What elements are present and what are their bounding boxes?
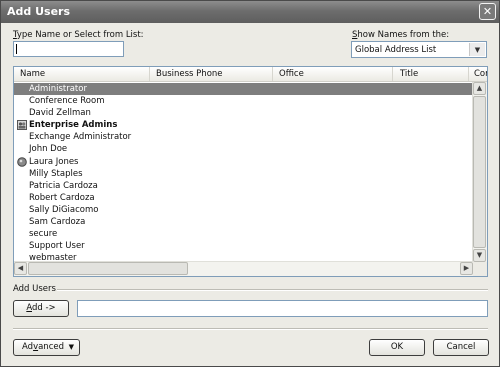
column-header-title[interactable]: Title (393, 67, 469, 81)
close-button[interactable]: ✕ (479, 3, 496, 20)
scroll-left-button[interactable]: ◀ (14, 262, 27, 275)
address-list-select[interactable]: Global Address List ▼ (351, 41, 487, 58)
list-item[interactable]: Enterprise Admins (14, 119, 473, 131)
list-item[interactable]: Milly Staples (14, 168, 473, 180)
list-item[interactable]: John Doe (14, 143, 473, 155)
search-label: Type Name or Select from List: (13, 30, 144, 40)
list-item-name: Support User (29, 241, 85, 252)
list-item[interactable]: Sam Cardoza (14, 216, 473, 228)
scroll-corner (473, 262, 487, 276)
list-item[interactable]: Exchange Administrator (14, 131, 473, 143)
vertical-scroll-thumb[interactable] (473, 96, 486, 248)
list-item-name: Laura Jones (29, 156, 79, 167)
advanced-button[interactable]: Advanced ▼ (13, 339, 80, 356)
list-item-name: John Doe (29, 144, 68, 155)
list-item-name: Administrator (29, 84, 87, 94)
address-book-list[interactable]: Name Business Phone Office Title Com Adm… (13, 66, 488, 277)
list-rows: Administrator Conference Room David Zellma… (14, 83, 473, 264)
add-button[interactable]: Add -> (13, 300, 69, 317)
list-item[interactable]: Patricia Cardoza (14, 180, 473, 192)
close-icon: ✕ (482, 5, 493, 18)
scroll-up-button[interactable]: ▲ (473, 82, 486, 95)
list-item-name: secure (29, 229, 58, 240)
column-header-name[interactable]: Name (14, 67, 150, 81)
list-item[interactable]: Laura Jones (14, 156, 473, 168)
column-header-business-phone[interactable]: Business Phone (150, 67, 273, 81)
scroll-down-button[interactable]: ▼ (473, 249, 486, 262)
column-header-office[interactable]: Office (273, 67, 393, 81)
dialog-title: Add Users (7, 5, 71, 18)
chevron-down-icon[interactable]: ▼ (469, 43, 485, 56)
title-bar: Add Users ✕ (1, 1, 499, 23)
list-item[interactable]: Conference Room (14, 95, 473, 107)
arrow-up-icon: ▲ (476, 84, 483, 92)
list-item-name: Robert Cardoza (29, 192, 95, 203)
list-item[interactable]: David Zellman (14, 107, 473, 119)
list-item-name: Milly Staples (29, 168, 83, 179)
list-item[interactable]: Sally DiGiacomo (14, 204, 473, 216)
arrow-right-icon: ▶ (463, 264, 470, 272)
add-users-field[interactable] (77, 300, 488, 317)
search-input[interactable] (13, 41, 124, 57)
list-item-name: Conference Room (29, 96, 105, 107)
scroll-right-button[interactable]: ▶ (460, 262, 473, 275)
list-header: Name Business Phone Office Title Com (14, 67, 487, 82)
bottom-divider (13, 328, 488, 330)
vertical-scrollbar[interactable]: ▲ ▼ (472, 82, 487, 262)
arrow-left-icon: ◀ (17, 264, 24, 272)
horizontal-scroll-thumb[interactable] (28, 262, 188, 275)
group-icon (17, 120, 27, 131)
list-item[interactable]: secure (14, 228, 473, 240)
list-item-name: Exchange Administrator (29, 132, 132, 143)
list-item-name: David Zellman (29, 108, 91, 119)
list-item-name: Sally DiGiacomo (29, 204, 99, 215)
list-item[interactable]: Administrator (14, 83, 473, 96)
text-caret (16, 44, 17, 54)
show-names-label: Show Names from the: (352, 30, 450, 40)
list-item-name: Patricia Cardoza (29, 180, 98, 191)
list-item[interactable]: Support User (14, 240, 473, 252)
list-item-name: Sam Cardoza (29, 217, 86, 228)
horizontal-scrollbar[interactable]: ◀ ▶ (14, 261, 473, 276)
list-item[interactable]: Robert Cardoza (14, 192, 473, 204)
arrow-down-icon: ▼ (476, 251, 483, 259)
ok-button[interactable]: OK (369, 339, 425, 356)
column-header-company[interactable]: Com (469, 67, 487, 81)
address-list-value: Global Address List (355, 45, 437, 55)
add-users-label: Add Users (13, 284, 56, 294)
chevron-down-icon: ▼ (68, 343, 74, 351)
group-divider (57, 289, 488, 291)
add-users-dialog: Add Users ✕ Type Name or Select from Lis… (0, 0, 500, 367)
contact-icon (17, 156, 27, 167)
list-item-name: Enterprise Admins (29, 120, 118, 131)
cancel-button[interactable]: Cancel (433, 339, 489, 356)
